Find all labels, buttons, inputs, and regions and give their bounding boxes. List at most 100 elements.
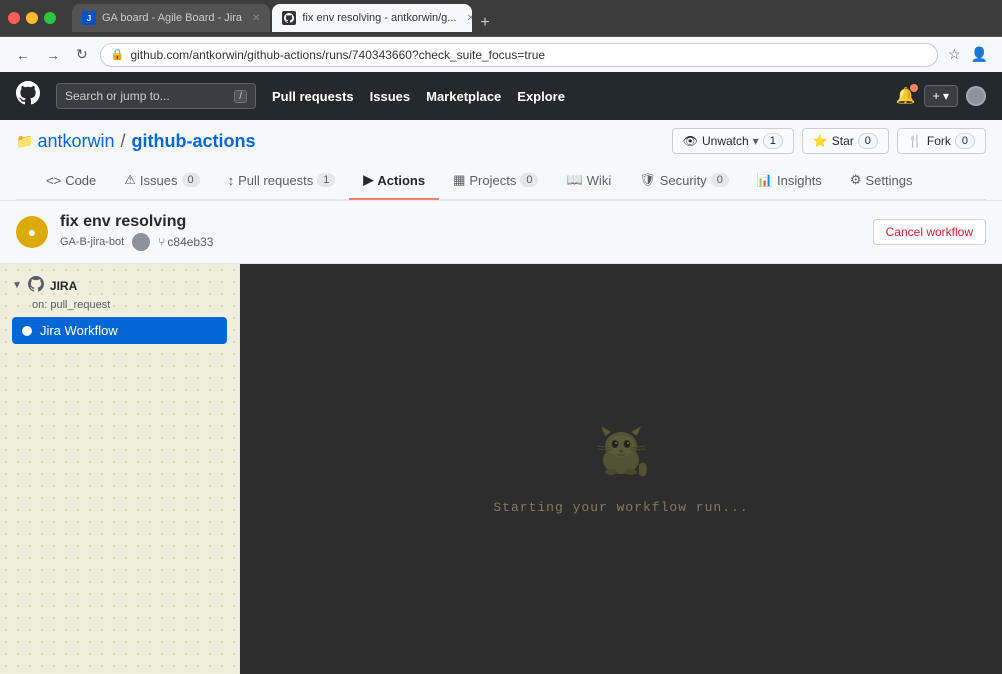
run-title: fix env resolving xyxy=(60,213,861,231)
workflow-status-text: Starting your workflow run... xyxy=(493,500,748,515)
github-page: Search or jump to... / Pull requests Iss… xyxy=(0,72,1002,674)
fork-count: 0 xyxy=(955,133,975,149)
tab-insights[interactable]: 📊 Insights xyxy=(743,162,836,200)
tab-code[interactable]: <> Code xyxy=(32,162,110,200)
code-icon: <> xyxy=(46,173,61,188)
bookmark-button[interactable]: ☆ xyxy=(946,44,963,65)
tab-jira-close[interactable]: ✕ xyxy=(252,13,260,24)
projects-badge: 0 xyxy=(520,173,538,187)
sidebar-job-group: ▼ JIRA on: pull_request Jira Workflow xyxy=(0,276,239,344)
job-status-dot xyxy=(22,326,32,336)
nav-issues[interactable]: Issues xyxy=(370,89,410,104)
pr-icon: ↕ xyxy=(228,173,235,188)
notifications-button[interactable]: 🔔 xyxy=(896,86,916,106)
repo-breadcrumb-separator: / xyxy=(120,131,125,152)
traffic-lights xyxy=(8,12,56,24)
browser-tabs: J GA board - Agile Board - Jira ✕ fix en… xyxy=(72,4,994,32)
run-info: fix env resolving GA-B-jira-bot ⑂ c84eb3… xyxy=(60,213,861,251)
maximize-window-button[interactable] xyxy=(44,12,56,24)
tab-pull-requests[interactable]: ↕ Pull requests 1 xyxy=(214,162,350,200)
job-name: Jira Workflow xyxy=(40,323,118,338)
sidebar-group-icon xyxy=(28,276,44,295)
repo-header-area: 📁 antkorwin / github-actions 👁 Unwatch ▾… xyxy=(0,120,1002,201)
user-avatar[interactable] xyxy=(966,86,986,106)
nav-marketplace[interactable]: Marketplace xyxy=(426,89,501,104)
workflow-main-panel: Starting your workflow run... xyxy=(240,264,1002,674)
url-text: github.com/antkorwin/github-actions/runs… xyxy=(130,48,927,62)
browser-action-buttons: ☆ 👤 xyxy=(946,44,990,65)
tab-actions[interactable]: ▶ Actions xyxy=(349,162,439,200)
new-tab-button[interactable]: + xyxy=(474,14,495,32)
run-meta: GA-B-jira-bot ⑂ c84eb33 xyxy=(60,233,861,251)
sidebar-collapse-arrow: ▼ xyxy=(12,280,22,291)
close-window-button[interactable] xyxy=(8,12,20,24)
github-nav: Pull requests Issues Marketplace Explore xyxy=(272,89,565,104)
notification-dot xyxy=(910,84,918,92)
sidebar-group-name: JIRA xyxy=(50,279,77,293)
profile-button[interactable]: 👤 xyxy=(969,44,990,65)
fork-label: Fork xyxy=(927,134,951,148)
tab-issues[interactable]: ⚠ Issues 0 xyxy=(110,162,213,200)
tab-settings[interactable]: ⚙ Settings xyxy=(836,162,927,200)
workflow-run-header: ● fix env resolving GA-B-jira-bot ⑂ c84e… xyxy=(0,201,1002,264)
unwatch-label: Unwatch xyxy=(702,134,749,148)
commit-icon: ⑂ xyxy=(158,235,165,249)
tab-projects[interactable]: ▦ Projects 0 xyxy=(439,162,552,200)
repo-owner-link[interactable]: antkorwin xyxy=(37,131,114,152)
workflow-content: ▼ JIRA on: pull_request Jira Workflow xyxy=(0,264,1002,674)
github-logo[interactable] xyxy=(16,81,40,112)
tab-github-close[interactable]: ✕ xyxy=(466,13,472,24)
bot-avatar xyxy=(132,233,150,251)
star-button[interactable]: ⭐ Star 0 xyxy=(802,128,889,154)
jira-favicon: J xyxy=(82,11,96,25)
sidebar-group-trigger: on: pull_request xyxy=(32,299,227,311)
actions-icon: ▶ xyxy=(363,172,373,188)
repo-name-link[interactable]: github-actions xyxy=(132,131,256,152)
repo-breadcrumb: 📁 antkorwin / github-actions xyxy=(16,131,672,152)
github-header: Search or jump to... / Pull requests Iss… xyxy=(0,72,1002,120)
forward-button[interactable]: → xyxy=(42,45,64,65)
fork-button[interactable]: 🍴 Fork 0 xyxy=(897,128,986,154)
sidebar-job-item-jira-workflow[interactable]: Jira Workflow xyxy=(12,317,227,344)
settings-icon: ⚙ xyxy=(850,172,862,188)
browser-tab-github[interactable]: fix env resolving - antkorwin/g... ✕ xyxy=(272,4,472,32)
search-label: Search or jump to... xyxy=(65,89,170,103)
search-shortcut: / xyxy=(234,90,247,103)
nav-pull-requests[interactable]: Pull requests xyxy=(272,89,354,104)
address-bar[interactable]: 🔒 github.com/antkorwin/github-actions/ru… xyxy=(100,43,938,67)
browser-tab-jira[interactable]: J GA board - Agile Board - Jira ✕ xyxy=(72,4,270,32)
run-status-icon: ● xyxy=(16,216,48,248)
search-box[interactable]: Search or jump to... / xyxy=(56,83,256,109)
refresh-button[interactable]: ↻ xyxy=(72,44,92,65)
minimize-window-button[interactable] xyxy=(26,12,38,24)
browser-titlebar: J GA board - Agile Board - Jira ✕ fix en… xyxy=(0,0,1002,36)
tab-wiki[interactable]: 📖 Wiki xyxy=(552,162,625,200)
bot-label: GA-B-jira-bot xyxy=(60,236,124,248)
repo-action-buttons: 👁 Unwatch ▾ 1 ⭐ Star 0 🍴 Fork 0 xyxy=(672,128,986,154)
projects-icon: ▦ xyxy=(453,172,465,188)
repo-icon: 📁 xyxy=(16,133,33,150)
create-new-button[interactable]: + ▾ xyxy=(924,85,958,107)
github-favicon xyxy=(282,11,296,25)
star-count: 0 xyxy=(858,133,878,149)
sidebar-group-header[interactable]: ▼ JIRA xyxy=(12,276,227,295)
unwatch-count: 1 xyxy=(763,133,783,149)
workflow-sidebar: ▼ JIRA on: pull_request Jira Workflow xyxy=(0,264,240,674)
nav-explore[interactable]: Explore xyxy=(517,89,565,104)
security-icon: 🛡 xyxy=(639,172,656,188)
unwatch-button[interactable]: 👁 Unwatch ▾ 1 xyxy=(672,128,794,154)
eye-icon: 👁 xyxy=(683,134,698,148)
issues-icon: ⚠ xyxy=(124,172,136,188)
back-button[interactable]: ← xyxy=(12,45,34,65)
issues-badge: 0 xyxy=(182,173,200,187)
browser-window: J GA board - Agile Board - Jira ✕ fix en… xyxy=(0,0,1002,72)
cancel-workflow-button[interactable]: Cancel workflow xyxy=(873,219,986,245)
browser-addressbar: ← → ↻ 🔒 github.com/antkorwin/github-acti… xyxy=(0,36,1002,72)
tab-jira-label: GA board - Agile Board - Jira xyxy=(102,12,242,24)
tab-security[interactable]: 🛡 Security 0 xyxy=(625,162,743,200)
security-badge: 0 xyxy=(711,173,729,187)
insights-icon: 📊 xyxy=(757,172,773,188)
run-sha: ⑂ c84eb33 xyxy=(158,235,213,249)
ssl-lock-icon: 🔒 xyxy=(111,48,125,61)
fork-icon: 🍴 xyxy=(908,134,923,148)
